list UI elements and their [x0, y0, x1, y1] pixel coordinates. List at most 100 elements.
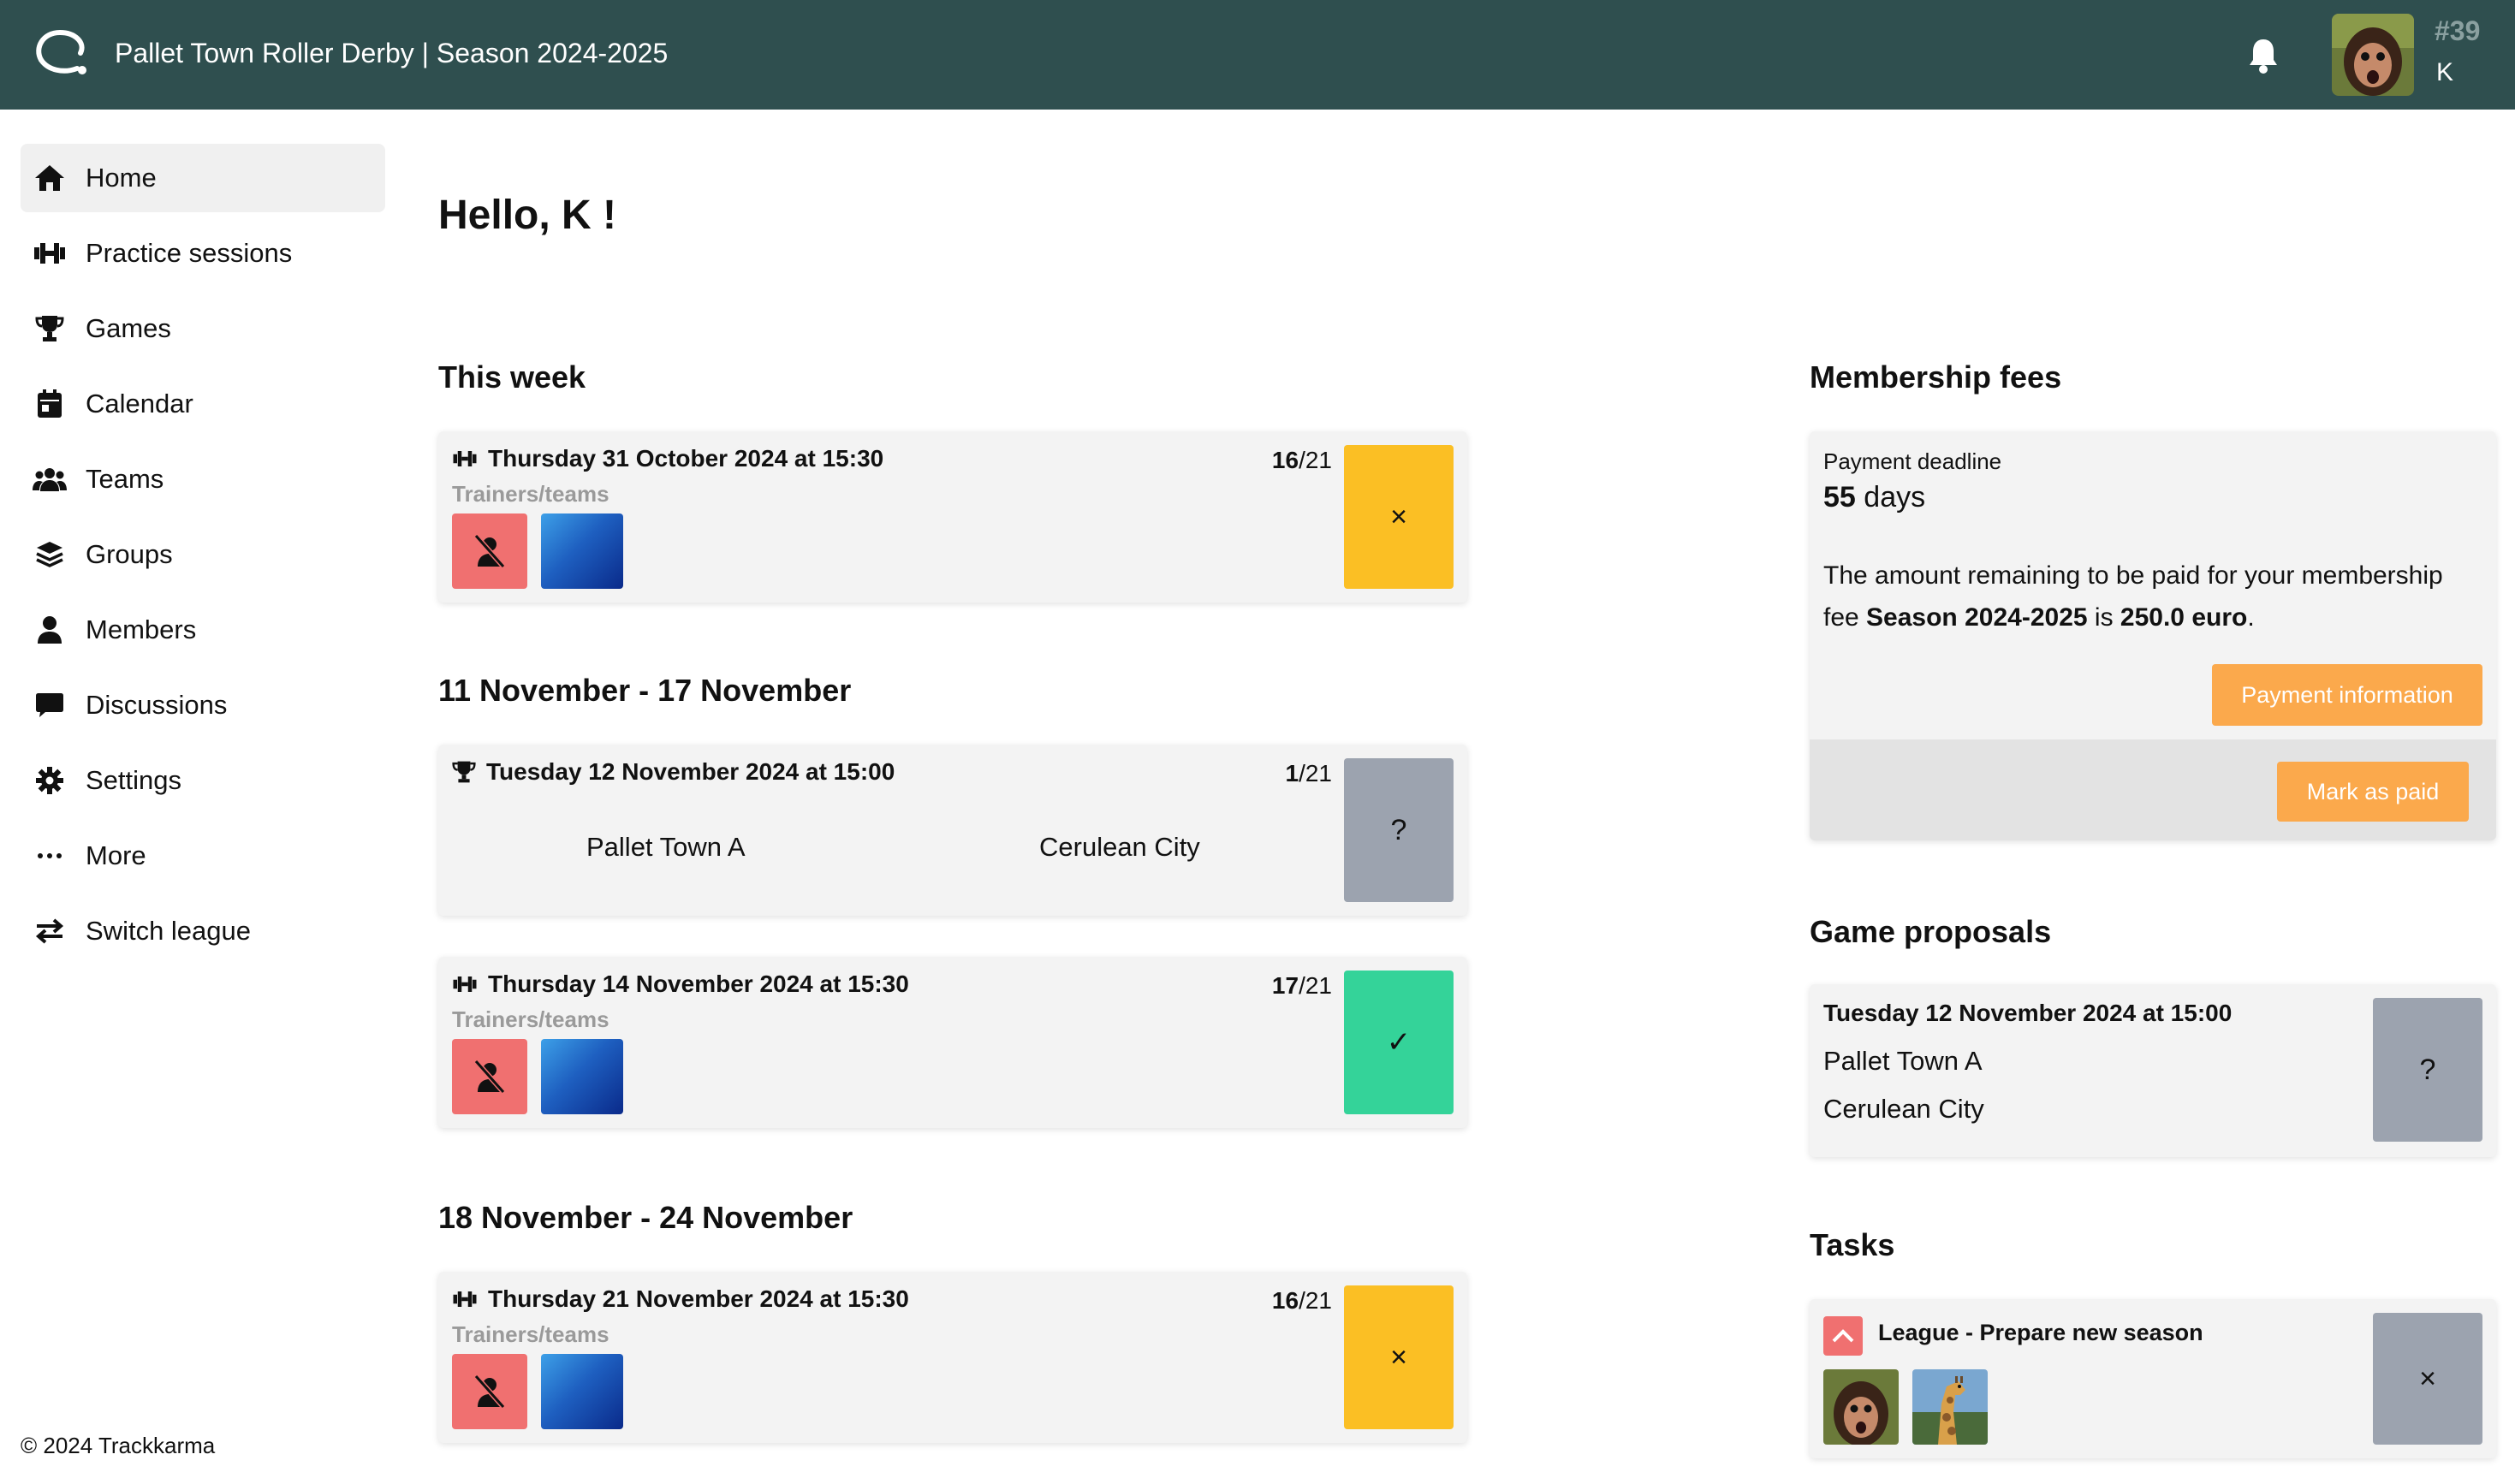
- task-close-button[interactable]: ×: [2373, 1313, 2482, 1445]
- attendance-total: /21: [1299, 447, 1332, 473]
- rsvp-unknown-button[interactable]: ?: [1344, 758, 1454, 902]
- sidebar-item-settings[interactable]: Settings: [21, 746, 385, 815]
- sidebar-item-label: Calendar: [86, 389, 193, 418]
- event-date: Thursday 31 October 2024 at 15:30: [488, 445, 884, 472]
- sidebar-item-label: Switch league: [86, 916, 252, 946]
- sidebar-item-label: Home: [86, 163, 157, 193]
- layers-icon: [33, 537, 67, 572]
- fee-text-part: .: [2247, 603, 2255, 632]
- giraffe-avatar-icon: [1912, 1369, 1988, 1445]
- attendance-value: 16: [1271, 447, 1299, 473]
- sidebar-item-label: More: [86, 840, 146, 870]
- no-trainer-icon: [473, 1060, 506, 1094]
- mark-as-paid-button[interactable]: Mark as paid: [2277, 762, 2469, 822]
- avatar[interactable]: [1823, 1369, 1899, 1445]
- rsvp-no-button[interactable]: ×: [1344, 1285, 1454, 1429]
- event-header: Thursday 21 November 2024 at 15:30: [452, 1285, 909, 1313]
- sidebar-item-members[interactable]: Members: [21, 596, 385, 664]
- avatar[interactable]: [1912, 1369, 1988, 1445]
- sidebar-item-more[interactable]: More: [21, 822, 385, 890]
- dumbbell-icon: [453, 976, 477, 992]
- sidebar-item-teams[interactable]: Teams: [21, 445, 385, 513]
- attendance-total: /21: [1299, 760, 1332, 787]
- event-card[interactable]: Tuesday 12 November 2024 at 15:00 1/21 P…: [438, 745, 1467, 916]
- sidebar-item-home[interactable]: Home: [21, 144, 385, 212]
- rsvp-yes-button[interactable]: ✓: [1344, 971, 1454, 1114]
- app-logo-icon[interactable]: [33, 27, 91, 79]
- dumbbell-icon: [33, 236, 67, 270]
- sidebar: Home Practice sessions Games Calendar Te…: [21, 144, 385, 972]
- sidebar-item-label: Groups: [86, 539, 173, 569]
- sidebar-item-switch-league[interactable]: Switch league: [21, 897, 385, 965]
- section-title-week-3: 18 November - 24 November: [438, 1200, 853, 1235]
- task-card[interactable]: League - Prepare new season ×: [1810, 1299, 2496, 1458]
- avatar[interactable]: [2332, 14, 2414, 96]
- attendance-count: 16/21: [1272, 447, 1332, 474]
- sidebar-item-label: Practice sessions: [86, 238, 293, 268]
- payment-deadline-days: 55 days: [1823, 481, 1925, 514]
- section-title-membership-fees: Membership fees: [1810, 359, 2062, 395]
- priority-badge: [1823, 1316, 1863, 1356]
- sidebar-item-games[interactable]: Games: [21, 294, 385, 363]
- bell-icon[interactable]: [2243, 34, 2284, 75]
- calendar-icon: [33, 387, 67, 421]
- rsvp-no-button[interactable]: ×: [1344, 445, 1454, 589]
- sidebar-item-practice-sessions[interactable]: Practice sessions: [21, 219, 385, 288]
- game-proposal-card[interactable]: Tuesday 12 November 2024 at 15:00 Pallet…: [1810, 984, 2496, 1157]
- payment-information-button[interactable]: Payment information: [2212, 664, 2482, 726]
- attendance-total: /21: [1299, 1287, 1332, 1314]
- proposal-rsvp-button[interactable]: ?: [2373, 998, 2482, 1142]
- event-card[interactable]: Thursday 31 October 2024 at 15:30 16/21 …: [438, 431, 1467, 603]
- trainer-chip[interactable]: [452, 1039, 527, 1114]
- sidebar-item-groups[interactable]: Groups: [21, 520, 385, 589]
- attendance-count: 16/21: [1272, 1287, 1332, 1315]
- event-card[interactable]: Thursday 21 November 2024 at 15:30 16/21…: [438, 1272, 1467, 1443]
- trainer-chip[interactable]: [452, 1354, 527, 1429]
- section-title-tasks: Tasks: [1810, 1227, 1895, 1262]
- fee-season: Season 2024-2025: [1866, 603, 2088, 632]
- fee-amount: 250.0 euro: [2120, 603, 2248, 632]
- attendance-value: 1: [1285, 760, 1299, 787]
- section-title-this-week: This week: [438, 359, 586, 395]
- ellipsis-icon: [33, 839, 67, 873]
- trophy-icon: [33, 312, 67, 346]
- home-icon: [33, 161, 67, 195]
- monkey-avatar-icon: [1823, 1369, 1899, 1445]
- chevron-up-icon: [1832, 1329, 1854, 1343]
- attendance-value: 17: [1271, 972, 1299, 999]
- sidebar-item-label: Discussions: [86, 690, 228, 720]
- dumbbell-icon: [453, 451, 477, 466]
- away-team: Cerulean City: [1039, 832, 1200, 862]
- fee-remaining-text: The amount remaining to be paid for your…: [1823, 555, 2482, 638]
- team-chip[interactable]: [541, 513, 623, 589]
- proposal-date: Tuesday 12 November 2024 at 15:00: [1823, 1000, 2233, 1026]
- proposal-away-team: Cerulean City: [1823, 1094, 1984, 1124]
- days-unit: days: [1864, 481, 1926, 513]
- team-chip[interactable]: [541, 1039, 623, 1114]
- trainers-teams-label: Trainers/teams: [452, 1321, 609, 1347]
- days-value: 55: [1823, 481, 1856, 513]
- sidebar-item-label: Teams: [86, 464, 164, 494]
- copyright-footer: © 2024 Trackkarma: [21, 1433, 216, 1458]
- team-chip[interactable]: [541, 1354, 623, 1429]
- sidebar-item-label: Settings: [86, 765, 182, 795]
- trainers-teams-label: Trainers/teams: [452, 481, 609, 507]
- sidebar-item-label: Members: [86, 614, 197, 644]
- trainer-chip[interactable]: [452, 513, 527, 589]
- event-card[interactable]: Thursday 14 November 2024 at 15:30 17/21…: [438, 957, 1467, 1128]
- proposal-home-team: Pallet Town A: [1823, 1046, 1983, 1076]
- event-date: Thursday 14 November 2024 at 15:30: [488, 971, 909, 997]
- sidebar-item-discussions[interactable]: Discussions: [21, 671, 385, 739]
- user-icon: [33, 613, 67, 647]
- attendance-count: 1/21: [1285, 760, 1332, 787]
- event-date: Tuesday 12 November 2024 at 15:00: [486, 758, 895, 785]
- users-icon: [33, 462, 67, 496]
- sidebar-item-calendar[interactable]: Calendar: [21, 370, 385, 438]
- attendance-value: 16: [1271, 1287, 1299, 1314]
- event-header: Thursday 31 October 2024 at 15:30: [452, 445, 883, 472]
- sidebar-item-label: Games: [86, 313, 171, 343]
- chat-icon: [33, 688, 67, 722]
- top-bar: Pallet Town Roller Derby | Season 2024-2…: [0, 0, 2515, 110]
- user-number: #39: [2435, 15, 2481, 46]
- switch-icon: [33, 914, 67, 948]
